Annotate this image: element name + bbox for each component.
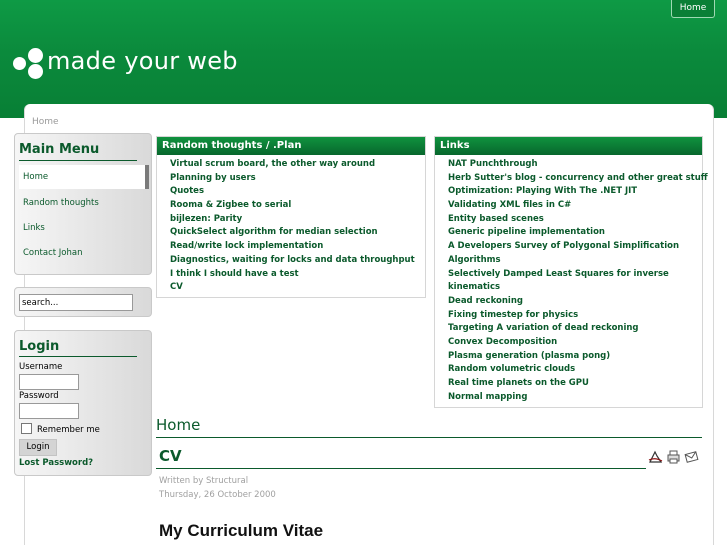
list-item[interactable]: Planning by users [170,172,425,186]
list-item[interactable]: Validating XML files in C# [448,199,702,213]
pdf-icon[interactable] [648,450,663,464]
list-item[interactable]: Convex Decomposition [448,336,702,350]
main-menu-box: Main Menu Home Random thoughts Links Con… [14,133,152,275]
username-label: Username [19,362,63,372]
list-item[interactable]: CV [170,281,425,295]
breadcrumb[interactable]: Home [32,117,59,127]
site-header: Home made your web [0,0,727,118]
list-item[interactable]: Algorithms [448,254,702,268]
list-item[interactable]: I think I should have a test [170,268,425,282]
list-item[interactable]: NAT Punchthrough [448,158,702,172]
list-item[interactable]: Quotes [170,185,425,199]
login-divider [19,356,137,357]
list-item[interactable]: Dead reckoning [448,295,702,309]
list-item[interactable]: Real time planets on the GPU [448,377,702,391]
menu-item-home[interactable]: Home [19,165,149,189]
random-thoughts-list: Virtual scrum board, the other way aroun… [157,155,425,295]
password-label: Password [19,391,59,401]
top-home-link[interactable]: Home [671,0,715,18]
remember-me-label: Remember me [37,425,100,435]
list-item[interactable]: QuickSelect algorithm for median selecti… [170,226,425,240]
list-item[interactable]: Optimization: Playing With The .NET JIT [448,185,702,199]
email-icon[interactable] [684,450,699,464]
login-button[interactable]: Login [19,439,57,456]
password-field[interactable] [19,403,79,419]
menu-item-links[interactable]: Links [19,216,149,240]
list-item[interactable]: Targeting A variation of dead reckoning [448,322,702,336]
date-text: Thursday, 26 October 2000 [159,490,276,500]
list-item[interactable]: Generic pipeline implementation [448,226,702,240]
list-item[interactable]: Rooma & Zigbee to serial [170,199,425,213]
section-divider [156,437,702,438]
body-heading: My Curriculum Vitae [159,521,324,540]
article-title[interactable]: CV [159,447,182,465]
list-item[interactable]: Read/write lock implementation [170,240,425,254]
list-item[interactable]: Virtual scrum board, the other way aroun… [170,158,425,172]
search-input[interactable] [19,294,133,311]
remember-me-checkbox[interactable] [21,423,32,434]
list-item[interactable]: Selectively Damped Least Squares for inv… [448,268,702,282]
random-thoughts-module: Random thoughts / .Plan Virtual scrum bo… [156,136,426,298]
random-thoughts-title: Random thoughts / .Plan [157,137,425,155]
list-item[interactable]: Fixing timestep for physics [448,309,702,323]
menu-item-contact[interactable]: Contact Johan [19,241,149,265]
search-box [14,287,152,317]
list-item[interactable]: Random volumetric clouds [448,363,702,377]
list-item[interactable]: Normal mapping [448,391,702,405]
list-item[interactable]: kinematics [448,281,702,295]
main-menu-divider [19,160,137,161]
links-module: Links NAT Punchthrough Herb Sutter's blo… [434,136,708,408]
list-item[interactable]: A Developers Survey of Polygonal Simplif… [448,240,702,254]
login-box: Login Username Password Remember me Logi… [14,330,152,476]
article-divider [156,468,646,469]
section-heading: Home [156,416,201,434]
print-icon[interactable] [666,450,681,464]
list-item[interactable]: Plasma generation (plasma pong) [448,350,702,364]
author-text: Written by Structural [159,476,249,486]
list-item[interactable]: Diagnostics, waiting for locks and data … [170,254,425,268]
links-list: NAT Punchthrough Herb Sutter's blog - co… [435,155,708,405]
links-title: Links [435,137,702,155]
lost-password-link[interactable]: Lost Password? [19,458,93,468]
main-menu-title: Main Menu [19,142,100,157]
menu-item-random-thoughts[interactable]: Random thoughts [19,191,149,215]
logo-icon[interactable] [13,47,47,81]
list-item[interactable]: bijlezen: Parity [170,213,425,227]
list-item[interactable]: Entity based scenes [448,213,702,227]
site-title[interactable]: made your web [47,47,238,75]
login-title: Login [19,339,60,354]
list-item[interactable]: Herb Sutter's blog - concurrency and oth… [448,172,708,186]
username-field[interactable] [19,374,79,390]
